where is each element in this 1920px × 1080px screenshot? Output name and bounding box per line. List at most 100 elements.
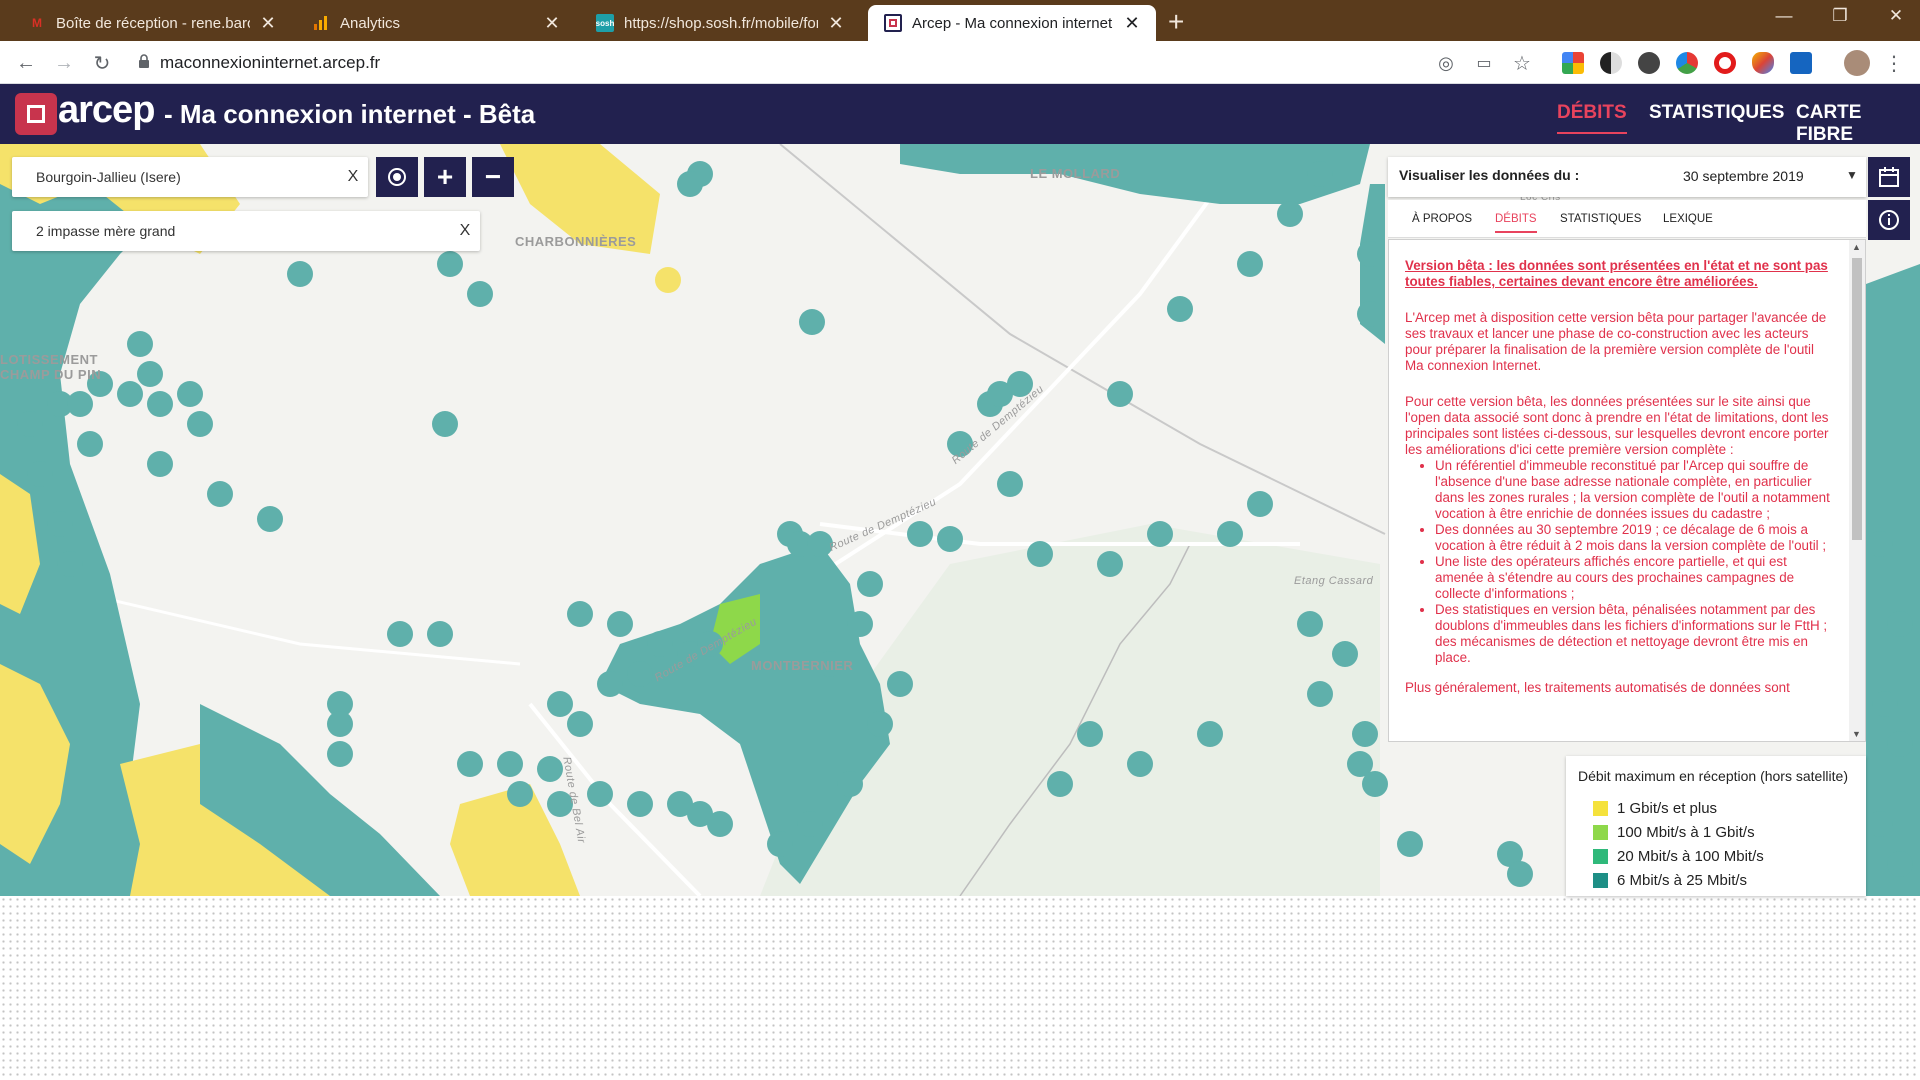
close-tab-icon[interactable]: ✕ bbox=[1122, 13, 1142, 34]
nav-carte-fibre[interactable]: CARTE FIBRE bbox=[1796, 102, 1920, 146]
extension-opera-icon[interactable] bbox=[1714, 52, 1736, 74]
reload-icon[interactable]: ↻ bbox=[88, 49, 116, 77]
cast-icon[interactable]: ▭ bbox=[1470, 49, 1498, 77]
coverage-dot bbox=[47, 511, 73, 537]
list-item: Des données au 30 septembre 2019 ; ce dé… bbox=[1435, 522, 1833, 554]
coverage-dot bbox=[437, 251, 463, 277]
address-bar[interactable]: maconnexioninternet.arcep.fr bbox=[138, 46, 1438, 79]
coverage-dot bbox=[432, 411, 458, 437]
coverage-dot bbox=[707, 811, 733, 837]
extension-darkmode-icon[interactable] bbox=[1600, 52, 1622, 74]
coverage-dot bbox=[1887, 731, 1913, 757]
coverage-dot bbox=[1237, 251, 1263, 277]
coverage-dot bbox=[507, 781, 533, 807]
zoom-in-button[interactable]: + bbox=[424, 157, 466, 197]
zoom-out-button[interactable]: − bbox=[472, 157, 514, 197]
forward-icon[interactable]: → bbox=[50, 49, 78, 77]
gmail-icon: M bbox=[32, 16, 42, 30]
tab-a-propos[interactable]: À PROPOS bbox=[1412, 213, 1472, 225]
calendar-button[interactable] bbox=[1868, 157, 1910, 197]
extension-heart-icon[interactable] bbox=[1752, 52, 1774, 74]
scrollbar[interactable]: ▲ ▼ bbox=[1849, 240, 1865, 741]
browser-toolbar: ← → ↻ maconnexioninternet.arcep.fr ◎ ▭ ☆… bbox=[0, 41, 1920, 84]
target-icon bbox=[388, 168, 406, 186]
browser-tab-gmail[interactable]: M Boîte de réception - rene.barou ✕ bbox=[12, 5, 292, 41]
tab-statistiques[interactable]: STATISTIQUES bbox=[1560, 213, 1641, 225]
date-label: Visualiser les données du : bbox=[1399, 167, 1580, 183]
coverage-dot bbox=[867, 711, 893, 737]
site-title: - Ma connexion internet - Bêta bbox=[164, 99, 536, 129]
minimize-icon[interactable]: — bbox=[1756, 0, 1812, 32]
address-search-field[interactable]: 2 impasse mère grand X bbox=[12, 211, 480, 251]
coverage-dot bbox=[1297, 611, 1323, 637]
back-icon[interactable]: ← bbox=[12, 49, 40, 77]
close-tab-icon[interactable]: ✕ bbox=[258, 13, 278, 34]
clear-commune-button[interactable]: X bbox=[338, 168, 368, 186]
scroll-up-icon[interactable]: ▲ bbox=[1852, 242, 1861, 252]
legend-swatch bbox=[1593, 800, 1608, 816]
clear-address-button[interactable]: X bbox=[450, 222, 480, 240]
info-button[interactable] bbox=[1868, 200, 1910, 240]
coverage-dot bbox=[117, 381, 143, 407]
coverage-dot bbox=[1307, 161, 1333, 187]
coverage-dot bbox=[1197, 721, 1223, 747]
date-value[interactable]: 30 septembre 2019 bbox=[1683, 168, 1804, 184]
address-value: 2 impasse mère grand bbox=[36, 223, 176, 239]
coverage-dot bbox=[327, 711, 353, 737]
coverage-dot bbox=[57, 551, 83, 577]
bookmark-star-icon[interactable]: ☆ bbox=[1508, 49, 1536, 77]
coverage-dot bbox=[147, 451, 173, 477]
browser-tab-arcep[interactable]: Arcep - Ma connexion internet - ✕ bbox=[868, 5, 1156, 41]
date-selector[interactable]: Visualiser les données du : 30 septembre… bbox=[1388, 157, 1866, 197]
nav-debits[interactable]: DÉBITS bbox=[1557, 102, 1627, 134]
tab-lexique[interactable]: LEXIQUE bbox=[1663, 213, 1713, 225]
coverage-dot bbox=[77, 431, 103, 457]
scrollbar-thumb[interactable] bbox=[1852, 258, 1862, 540]
extension-translate-icon[interactable] bbox=[1562, 52, 1584, 74]
close-window-icon[interactable]: ✕ bbox=[1868, 0, 1920, 32]
tab-title: Arcep - Ma connexion internet - bbox=[912, 14, 1114, 32]
coverage-dot bbox=[387, 621, 413, 647]
close-tab-icon[interactable]: ✕ bbox=[826, 13, 846, 34]
coverage-dot bbox=[1027, 541, 1053, 567]
menu-kebab-icon[interactable]: ⋮ bbox=[1880, 49, 1908, 77]
extension-colors-icon[interactable] bbox=[1676, 52, 1698, 74]
coverage-dot bbox=[1357, 301, 1383, 327]
nav-statistiques[interactable]: STATISTIQUES bbox=[1649, 102, 1784, 124]
map-label-montbernier: MONTBERNIER bbox=[751, 658, 854, 673]
coverage-dot bbox=[207, 481, 233, 507]
profile-avatar[interactable] bbox=[1844, 50, 1870, 76]
commune-search-field[interactable]: Bourgoin-Jallieu (Isere) X bbox=[12, 157, 368, 197]
coverage-dot bbox=[127, 331, 153, 357]
new-tab-icon[interactable]: + bbox=[1168, 6, 1184, 38]
panel-content[interactable]: Version bêta : les données sont présenté… bbox=[1388, 239, 1866, 742]
coverage-dot bbox=[1867, 531, 1893, 557]
browser-tab-analytics[interactable]: Analytics ✕ bbox=[296, 5, 576, 41]
scroll-down-icon[interactable]: ▼ bbox=[1852, 729, 1861, 739]
info-icon bbox=[1879, 210, 1899, 230]
list-item: Des statistiques en version bêta, pénali… bbox=[1435, 602, 1833, 666]
arcep-logo-icon[interactable] bbox=[15, 93, 57, 135]
close-tab-icon[interactable]: ✕ bbox=[542, 13, 562, 34]
tab-debits[interactable]: DÉBITS bbox=[1495, 213, 1537, 233]
extension-glasses-icon[interactable] bbox=[1638, 52, 1660, 74]
chevron-down-icon[interactable]: ▼ bbox=[1846, 168, 1858, 182]
legend-label: 100 Mbit/s à 1 Gbit/s bbox=[1617, 823, 1755, 841]
coverage-dot bbox=[587, 781, 613, 807]
coverage-dot bbox=[147, 391, 173, 417]
extension-download-icon[interactable] bbox=[1790, 52, 1812, 74]
sosh-icon: sosh bbox=[596, 14, 614, 32]
map-label-champ-du-pin: CHAMP DU PIN bbox=[0, 367, 102, 382]
lock-icon bbox=[138, 54, 160, 71]
calendar-icon bbox=[1879, 167, 1899, 187]
maximize-icon[interactable]: ❐ bbox=[1812, 0, 1868, 32]
browser-tab-sosh[interactable]: sosh https://shop.sosh.fr/mobile/forfa ✕ bbox=[580, 5, 860, 41]
coverage-dot bbox=[567, 601, 593, 627]
map-loading-area bbox=[0, 896, 1920, 1080]
locate-me-button[interactable] bbox=[376, 157, 418, 197]
coverage-dot bbox=[1307, 681, 1333, 707]
coverage-dot bbox=[1507, 861, 1533, 887]
location-icon[interactable]: ◎ bbox=[1432, 49, 1460, 77]
intro-paragraph: L'Arcep met à disposition cette version … bbox=[1405, 310, 1827, 373]
logo-text[interactable]: arcep bbox=[58, 89, 155, 132]
